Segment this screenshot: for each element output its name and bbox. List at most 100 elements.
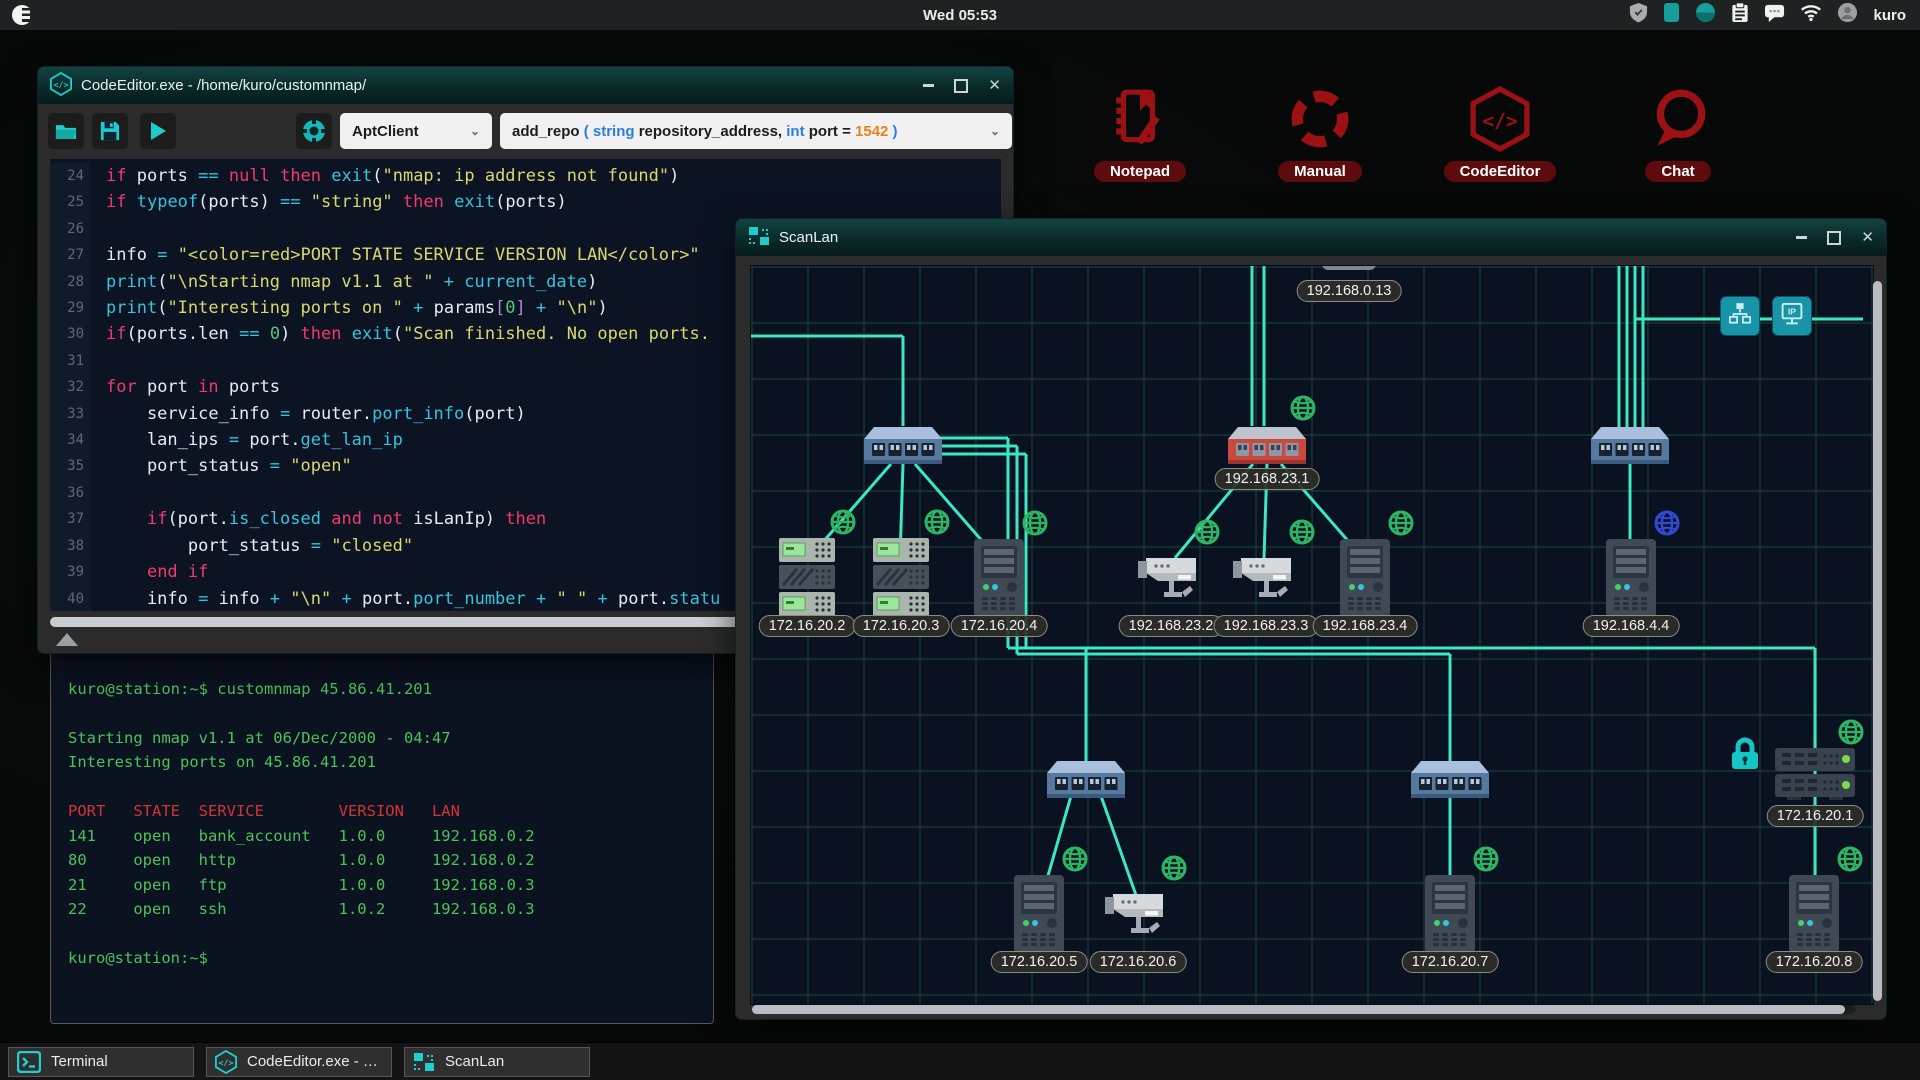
ip-label: 192.168.23.1 (1215, 468, 1320, 490)
internet-globe-icon (1061, 845, 1089, 878)
save-button[interactable] (92, 113, 128, 149)
lan-node[interactable] (1047, 758, 1125, 807)
scanlan-titlebar[interactable]: ScanLan ✕ (736, 219, 1886, 256)
wifi-icon[interactable] (1800, 4, 1822, 27)
minimize-button[interactable] (1796, 236, 1807, 239)
taskbar-item-scan[interactable]: ScanLan (404, 1047, 590, 1077)
lan-node-192.168.23.2[interactable] (1138, 548, 1204, 613)
close-button[interactable]: ✕ (1861, 230, 1874, 245)
clock: Wed 05:53 (923, 7, 997, 24)
internet-globe-icon (1836, 845, 1864, 878)
desktop-icon-manual[interactable]: Manual (1255, 86, 1385, 182)
lan-node[interactable] (864, 424, 942, 473)
lan-node-172.16.20.8[interactable] (1789, 875, 1839, 958)
lan-node-192.168.0.13[interactable] (1322, 265, 1376, 277)
lan-node[interactable] (1411, 758, 1489, 807)
lan-node-172.16.20.6[interactable] (1105, 884, 1171, 949)
chevron-down-icon: ⌄ (990, 124, 1000, 138)
taskbar: Terminal </>CodeEditor.exe - … ScanLan (0, 1042, 1920, 1080)
internet-globe-icon (1193, 518, 1221, 551)
lan-node-192.168.23.1[interactable] (1228, 424, 1306, 473)
class-selector-dropdown[interactable]: AptClient ⌄ (340, 113, 492, 149)
internet-globe-icon (1289, 394, 1317, 427)
top-status-bar: Wed 05:53 kuro (0, 0, 1920, 30)
code-editor-toolbar: AptClient ⌄ add_repo ( string repository… (38, 105, 1013, 157)
scan-icon (413, 1051, 435, 1073)
method-signature: add_repo ( string repository_address, in… (512, 123, 898, 140)
camera-device-icon (1105, 931, 1171, 948)
clipboard-icon[interactable] (1731, 2, 1749, 28)
class-selector-value: AptClient (352, 123, 419, 140)
switch-device-icon (1591, 455, 1669, 472)
topology-view-button[interactable] (1721, 297, 1759, 335)
lan-node-192.168.23.4[interactable] (1340, 539, 1390, 622)
battery-icon[interactable] (1663, 2, 1680, 28)
lan-node-172.16.20.1[interactable] (1775, 748, 1855, 805)
taskbar-item-label: ScanLan (445, 1053, 504, 1070)
close-button[interactable]: ✕ (988, 78, 1001, 93)
terminal-icon (17, 1051, 41, 1073)
code-editor-titlebar[interactable]: </> CodeEditor.exe - /home/kuro/customnm… (38, 67, 1013, 104)
lan-node[interactable] (1591, 424, 1669, 473)
desktop-icon-notepad[interactable]: Notepad (1075, 86, 1205, 182)
taskbar-item-hexcode[interactable]: </>CodeEditor.exe - … (206, 1047, 392, 1077)
scanlan-horizontal-scrollbar[interactable] (752, 1005, 1856, 1014)
messages-icon[interactable] (1764, 3, 1785, 28)
method-signature-dropdown[interactable]: add_repo ( string repository_address, in… (500, 113, 1012, 149)
camera-device-icon (1138, 595, 1204, 612)
code-editor-icon: </> (50, 72, 72, 100)
code-editor-title: CodeEditor.exe - /home/kuro/customnmap/ (81, 77, 366, 94)
scroll-up-arrow[interactable] (56, 633, 78, 646)
desktop-icon-label: Notepad (1094, 161, 1186, 182)
lan-node-172.16.20.7[interactable] (1425, 875, 1475, 958)
lan-node-192.168.4.4[interactable] (1606, 539, 1656, 622)
switch-device-icon (1047, 789, 1125, 806)
ip-label: 192.168.23.3 (1214, 615, 1319, 637)
maximize-button[interactable] (954, 79, 968, 93)
ip-label: 192.168.23.4 (1313, 615, 1418, 637)
desktop-icon-chat[interactable]: Chat (1613, 86, 1743, 182)
scanlan-icon (748, 225, 770, 251)
run-button[interactable] (140, 113, 176, 149)
disk-usage-icon[interactable] (1695, 2, 1716, 28)
ip-label: 192.168.23.2 (1119, 615, 1224, 637)
switch-device-icon (1411, 789, 1489, 806)
desktop: Wed 05:53 kuro NotepadManual</>CodeEdito… (0, 0, 1920, 1080)
maximize-button[interactable] (1827, 231, 1841, 245)
hexcode-icon: </> (215, 1050, 237, 1074)
scanlan-map[interactable]: 192.168.0.13192.168.23.1172.16.20.2172.1… (750, 265, 1874, 1005)
scanlan-window[interactable]: ScanLan ✕ 192.168.0.13192.168.23.1172.16… (735, 218, 1887, 1020)
manual-icon (1255, 86, 1385, 157)
taskbar-item-label: Terminal (51, 1053, 108, 1070)
ip-label: 172.16.20.7 (1402, 951, 1499, 973)
apt-library-icon[interactable] (296, 113, 332, 149)
ip-label: 172.16.20.3 (853, 615, 950, 637)
lan-node-172.16.20.3[interactable] (873, 538, 929, 623)
ip-view-button[interactable]: IP (1773, 297, 1811, 335)
ip-label: 172.16.20.8 (1766, 951, 1863, 973)
os-logo-icon[interactable] (0, 3, 34, 27)
desktop-icon-codeeditor[interactable]: </>CodeEditor (1435, 86, 1565, 182)
desktop-icon-label: CodeEditor (1444, 161, 1557, 182)
lan-node-172.16.20.5[interactable] (1014, 875, 1064, 958)
minimize-button[interactable] (923, 84, 934, 87)
taskbar-item-terminal[interactable]: Terminal (8, 1047, 194, 1077)
switch-top-device-icon (1322, 265, 1376, 276)
svg-text:</>: </> (54, 79, 69, 89)
internet-globe-icon (1837, 718, 1865, 751)
ip-label: 172.16.20.4 (951, 615, 1048, 637)
desktop-icon-label: Manual (1278, 161, 1362, 182)
lan-node-192.168.23.3[interactable] (1233, 548, 1299, 613)
username: kuro (1873, 7, 1906, 24)
ip-label: 172.16.20.1 (1767, 805, 1864, 827)
shield-check-icon[interactable] (1629, 2, 1648, 28)
code-text: if ports == null then exit("nmap: ip add… (106, 163, 720, 611)
open-file-button[interactable] (48, 113, 84, 149)
lan-node-172.16.20.4[interactable] (974, 539, 1024, 622)
lan-node-172.16.20.2[interactable] (779, 538, 835, 623)
chat-icon (1613, 86, 1743, 157)
topology-view-icon (1727, 301, 1753, 332)
camera-device-icon (1233, 595, 1299, 612)
user-avatar[interactable] (1837, 2, 1858, 28)
scanlan-vertical-scrollbar[interactable] (1873, 281, 1882, 1001)
